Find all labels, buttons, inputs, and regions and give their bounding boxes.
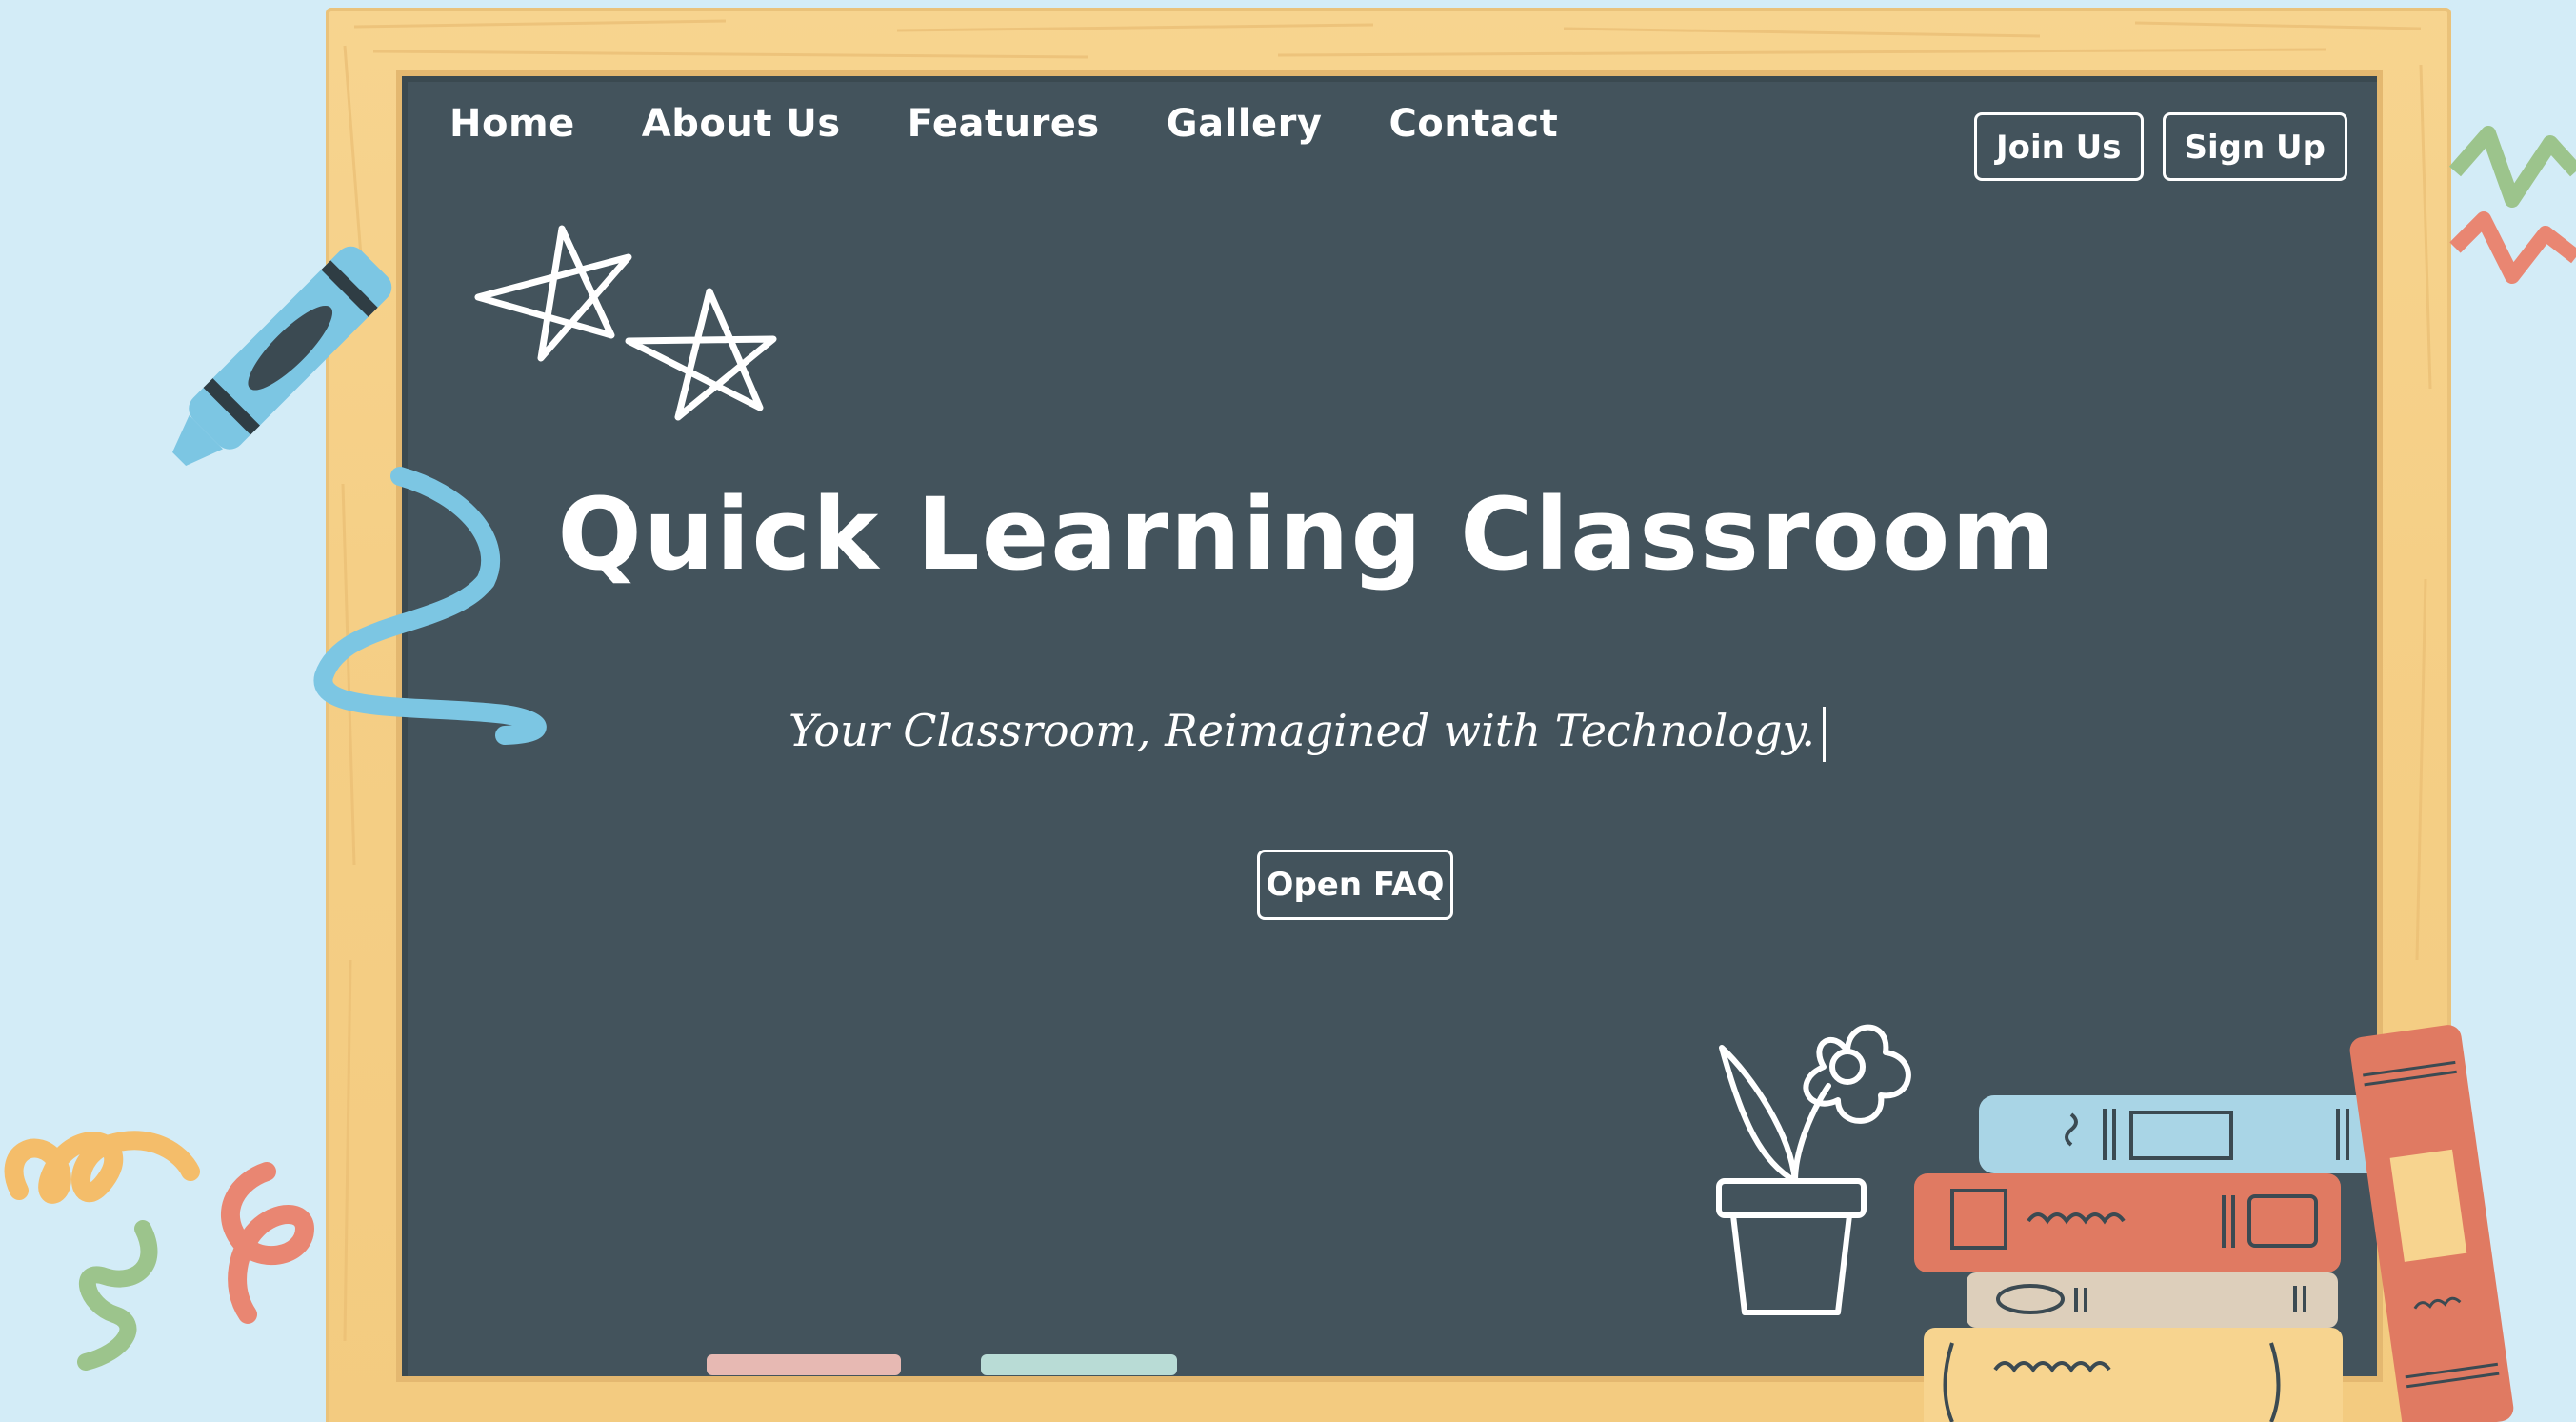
main-nav: Home About Us Features Gallery Contact [449,95,1625,152]
crayon-icon [172,246,547,745]
mint-chalk [981,1354,1177,1375]
flower-pot-icon [1716,1024,1911,1315]
squiggle-icon [2448,126,2576,284]
nav-link-about-us[interactable]: About Us [642,95,841,152]
nav-link-features[interactable]: Features [908,95,1100,152]
sign-up-button[interactable]: Sign Up [2162,112,2347,181]
hero-subtitle: Your Classroom, Reimagined with Technolo… [789,705,1815,756]
nav-link-gallery[interactable]: Gallery [1167,95,1323,152]
nav-link-contact[interactable]: Contact [1388,95,1558,152]
books-stack-icon [1914,1025,2514,1422]
open-faq-button[interactable]: Open FAQ [1257,850,1453,920]
text-caret [1823,707,1826,762]
join-us-button[interactable]: Join Us [1973,112,2144,181]
pink-chalk [707,1354,901,1375]
page: Home About Us Features Gallery Contact J… [0,0,2576,1422]
nav-link-home[interactable]: Home [449,95,575,152]
swirls-icon [4,1131,315,1371]
auth-buttons: Join Us Sign Up [1973,112,2347,181]
